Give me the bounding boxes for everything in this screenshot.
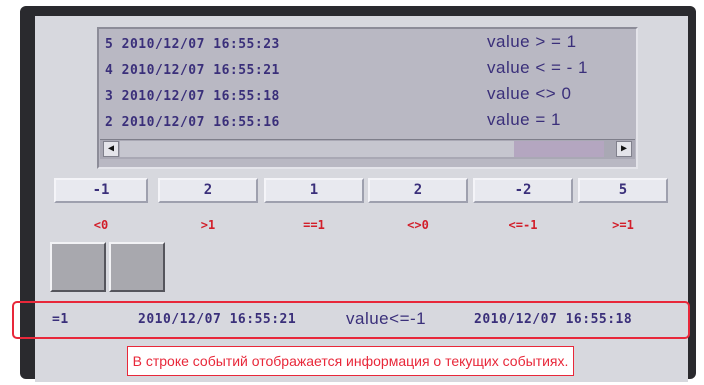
scrollbar-track[interactable] bbox=[120, 141, 514, 157]
scroll-right-arrow-icon[interactable]: ▶ bbox=[616, 141, 632, 157]
value-display: -1 bbox=[54, 178, 148, 203]
log-row-message: value > = 1 bbox=[487, 32, 577, 51]
condition-label: <0 bbox=[93, 218, 109, 232]
event-line-id: =1 bbox=[52, 312, 69, 327]
log-row: 5 2010/12/07 16:55:23 value > = 1 bbox=[105, 32, 635, 56]
square-button-1[interactable] bbox=[50, 242, 106, 292]
caption-callout: В строке событий отображается информация… bbox=[127, 346, 574, 376]
log-row: 3 2010/12/07 16:55:18 value <> 0 bbox=[105, 84, 635, 108]
condition-label: ==1 bbox=[303, 218, 325, 232]
event-line-timestamp: 2010/12/07 16:55:18 bbox=[474, 312, 633, 327]
log-row-timestamp: 3 2010/12/07 16:55:18 bbox=[105, 89, 280, 104]
value-display: 1 bbox=[264, 178, 364, 203]
condition-label: >=1 bbox=[612, 218, 634, 232]
log-row-message: value < = - 1 bbox=[487, 58, 589, 77]
scroll-left-arrow-icon[interactable]: ◀ bbox=[103, 141, 119, 157]
value-display: -2 bbox=[473, 178, 573, 203]
event-log-panel: 5 2010/12/07 16:55:23 value > = 1 4 2010… bbox=[97, 27, 638, 169]
log-row-message: value <> 0 bbox=[487, 84, 572, 103]
log-row-message: value = 1 bbox=[487, 110, 561, 129]
log-row-timestamp: 5 2010/12/07 16:55:23 bbox=[105, 37, 280, 52]
value-display: 5 bbox=[578, 178, 668, 203]
condition-label-row: <0 >1 ==1 <>0 <=-1 >=1 bbox=[0, 218, 704, 238]
condition-label: <=-1 bbox=[508, 218, 538, 232]
scrollbar-thumb[interactable] bbox=[514, 141, 604, 157]
value-display-row: -1 2 1 2 -2 5 bbox=[0, 178, 704, 205]
log-row: 4 2010/12/07 16:55:21 value < = - 1 bbox=[105, 58, 635, 82]
log-row-timestamp: 4 2010/12/07 16:55:21 bbox=[105, 63, 280, 78]
log-row: 2 2010/12/07 16:55:16 value = 1 bbox=[105, 110, 635, 134]
log-horizontal-scrollbar[interactable]: ◀ ▶ bbox=[100, 139, 635, 159]
condition-label: <>0 bbox=[407, 218, 429, 232]
log-row-timestamp: 2 2010/12/07 16:55:16 bbox=[105, 115, 280, 130]
value-display: 2 bbox=[158, 178, 258, 203]
square-button-2[interactable] bbox=[109, 242, 165, 292]
event-line-message: value<=-1 bbox=[346, 309, 427, 328]
value-display: 2 bbox=[368, 178, 468, 203]
condition-label: >1 bbox=[200, 218, 216, 232]
event-line-timestamp: 2010/12/07 16:55:21 bbox=[138, 312, 297, 327]
